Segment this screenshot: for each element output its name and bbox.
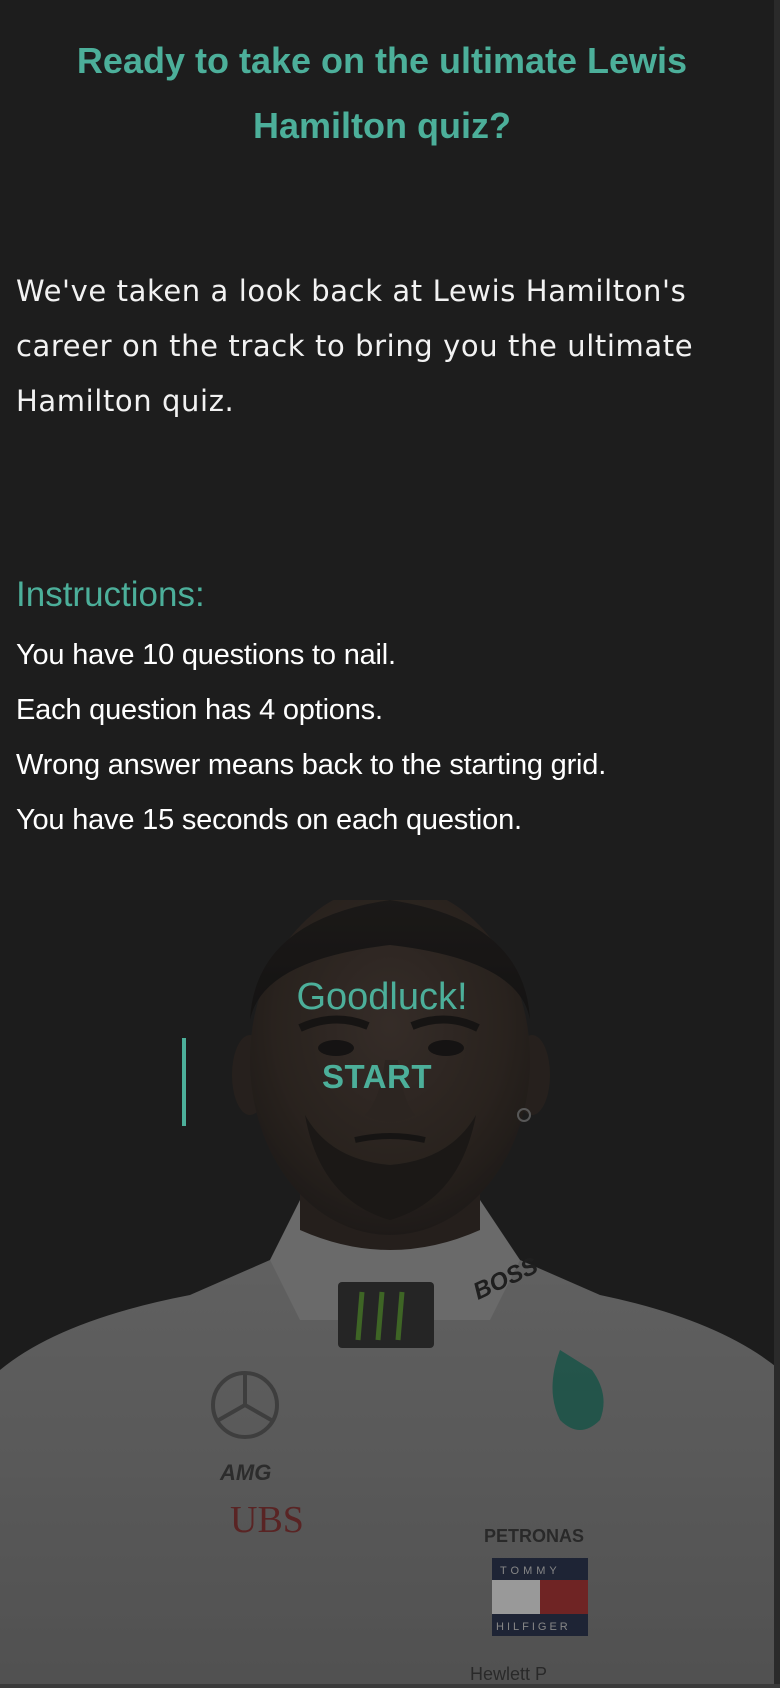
page-bottom-edge (0, 1684, 780, 1688)
text-cursor-bar (182, 1038, 186, 1126)
goodluck-message: Goodluck! (296, 976, 468, 1018)
start-area: START (182, 1036, 582, 1126)
start-button[interactable]: START (322, 1058, 432, 1096)
instructions-heading: Instructions: (16, 575, 205, 614)
instruction-item: You have 15 seconds on each question. (16, 804, 522, 836)
instructions-list: You have 10 questions to nail. Each ques… (16, 628, 606, 848)
instruction-item: Wrong answer means back to the starting … (16, 749, 607, 781)
page-title: Ready to take on the ultimate Lewis Hami… (76, 40, 688, 146)
instruction-item: You have 10 questions to nail. (16, 639, 396, 671)
scrollbar-track[interactable] (774, 0, 780, 1688)
instruction-item: Each question has 4 options. (16, 694, 383, 726)
quiz-start-page: AMG UBS PETRONAS TOMMY HILFIGER Hewlett … (0, 0, 780, 1688)
intro-text: We've taken a look back at Lewis Hamilto… (16, 274, 694, 418)
